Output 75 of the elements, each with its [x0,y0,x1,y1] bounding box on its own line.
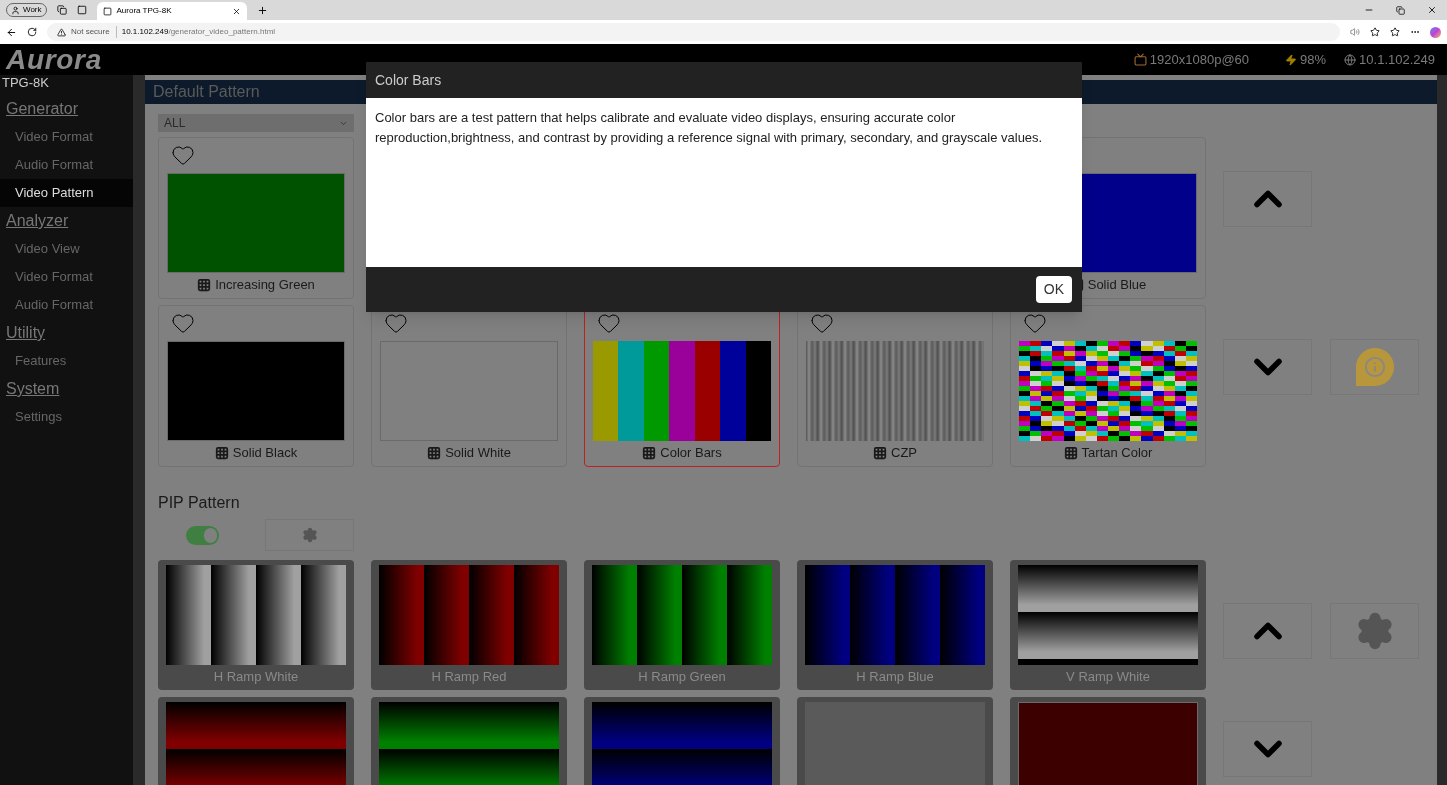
sidebar-item[interactable]: Audio Format [0,291,133,319]
sidebar-item[interactable]: Video Format [0,123,133,151]
sidebar-item[interactable]: Settings [0,403,133,431]
dialog-title: Color Bars [375,70,442,90]
person-icon [11,5,20,15]
scroll-down-button[interactable] [1223,339,1312,395]
pattern-label: Solid White [380,443,558,463]
sidebar-item[interactable]: Video Pattern [0,179,133,207]
refresh-icon[interactable] [27,27,37,37]
new-tab-icon[interactable] [256,4,268,16]
sidebar-item[interactable]: Features [0,347,133,375]
heart-icon[interactable] [383,311,409,335]
resolution-status: 1920x1080p@60 [1133,49,1250,70]
pattern-label: Color Bars [593,443,771,463]
grid-icon [427,445,442,460]
pattern-label: Increasing Green [167,275,345,295]
sidebar-section[interactable]: Analyzer [6,207,133,235]
pattern-label: Solid Black [167,443,345,463]
close-window-icon[interactable] [1427,5,1437,15]
brand-logo: Aurora [6,45,102,74]
pip-scroll-down-button[interactable] [1223,721,1312,777]
tabs-icon[interactable] [56,5,67,15]
pattern-label: Tartan Color [1019,443,1197,463]
window-icon[interactable] [76,5,87,15]
pattern-card[interactable]: Tartan Color [1010,305,1206,467]
pattern-label: CZP [806,443,984,463]
sidebar-item[interactable]: Video Format [0,263,133,291]
back-icon[interactable] [6,26,17,38]
scroll-up-button[interactable] [1223,171,1312,227]
assistant-icon[interactable] [1430,26,1441,38]
section-title: Default Pattern [153,82,260,102]
page-icon [102,6,112,16]
sidebar-item[interactable]: Video View [0,235,133,263]
power-status: 98% [1285,49,1327,70]
pip-card[interactable]: H Ramp White [158,560,354,690]
close-tab-icon[interactable] [231,6,241,16]
heart-icon[interactable] [596,311,622,335]
browser-tab[interactable]: Aurora TPG-8K [96,2,247,20]
sidebar-section[interactable]: Utility [6,319,133,347]
pip-scroll-up-button[interactable] [1223,603,1312,659]
heart-icon[interactable] [1022,311,1048,335]
device-name: TPG-8K [2,75,50,92]
pip-card[interactable]: V Ramp White [1010,560,1206,690]
star-icon[interactable] [1370,27,1380,37]
section-title: PIP Pattern [158,493,241,513]
info-icon [1355,348,1394,386]
heart-icon[interactable] [809,311,835,335]
grid-icon [1063,445,1078,460]
warning-icon [57,27,66,37]
pip-card[interactable]: H Ramp Green [584,560,780,690]
sidebar-item[interactable]: Audio Format [0,151,133,179]
pattern-card[interactable]: Solid Black [158,305,354,467]
ok-button[interactable]: OK [1035,276,1072,303]
pip-card[interactable]: H Ramp Red [371,560,567,690]
gear-icon [301,527,318,543]
pattern-card[interactable]: Increasing Green [158,137,354,299]
pip-card[interactable]: H Ramp Blue [797,560,993,690]
pip-toggle[interactable] [186,525,219,545]
address-field[interactable]: Not secure 10.1.102.249/generator_video_pattern.html [47,23,1340,41]
ip-status: 10.1.102.249 [1344,49,1435,70]
globe-icon [1344,53,1357,66]
heart-icon[interactable] [170,143,196,167]
grid-icon [214,445,229,460]
restore-icon[interactable] [1396,5,1405,15]
favorites-icon[interactable] [1390,27,1400,37]
grid-icon [642,445,657,460]
read-aloud-icon[interactable] [1350,27,1360,37]
bolt-icon [1285,53,1298,66]
grid-icon [197,277,212,292]
grid-icon [873,445,887,460]
sidebar-section[interactable]: Generator [6,95,133,123]
filter-select[interactable]: ALL [158,114,354,132]
tv-icon [1133,53,1147,66]
sidebar-section[interactable]: System [6,375,133,403]
heart-icon[interactable] [170,311,196,335]
